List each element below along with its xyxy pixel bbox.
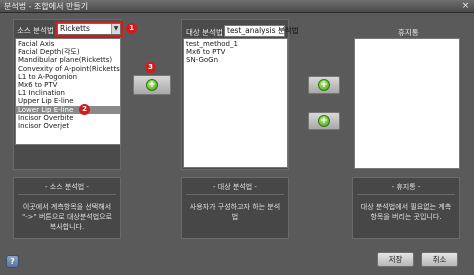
- trash-desc-title: - 휴지통 -: [391, 183, 421, 191]
- plus-circle-icon: [146, 79, 158, 91]
- plus-circle-icon: [318, 79, 330, 91]
- badge-2: 2: [79, 104, 90, 115]
- divider: [18, 194, 116, 195]
- badge-1: 1: [126, 23, 137, 34]
- source-label: 소스 분석법: [17, 26, 54, 35]
- list-item[interactable]: Facial Depth(각도): [16, 48, 120, 56]
- list-item[interactable]: test_method_1: [184, 40, 287, 48]
- target-label: 대상 분석법: [186, 28, 223, 37]
- list-item[interactable]: L1 to A-Pogonion: [16, 73, 120, 81]
- badge-3: 3: [145, 62, 156, 73]
- list-item[interactable]: Mx6 to PTV: [16, 81, 120, 89]
- list-item[interactable]: Mandibular plane(Ricketts): [16, 56, 120, 64]
- trash-label: 휴지통: [398, 28, 419, 37]
- list-item[interactable]: Incisor Overbite: [16, 114, 120, 122]
- add-to-target-button[interactable]: [133, 75, 171, 95]
- target-desc-title: - 대상 분석법 -: [213, 183, 257, 191]
- target-description: - 대상 분석법 - 사용자가 구성하고자 하는 분석법: [181, 177, 289, 239]
- list-item[interactable]: Facial Axis: [16, 40, 120, 48]
- source-item-list[interactable]: Facial Axis Facial Depth(각도) Mandibular …: [15, 38, 121, 145]
- list-item[interactable]: SN-GoGn: [184, 56, 287, 64]
- list-item[interactable]: Convexity of A-point(Ricketts): [16, 65, 120, 73]
- list-item[interactable]: Mx6 to PTV: [184, 48, 287, 56]
- cancel-button[interactable]: 취소: [421, 252, 458, 267]
- divider: [186, 194, 284, 195]
- target-desc-text: 사용자가 구성하고자 하는 분석법: [189, 203, 281, 221]
- list-item[interactable]: L1 Inclination: [16, 89, 120, 97]
- list-item-selected[interactable]: Lower Lip E-line: [16, 105, 120, 114]
- plus-circle-icon: [318, 115, 330, 127]
- list-item[interactable]: Upper Lip E-line: [16, 97, 120, 105]
- target-item-list[interactable]: test_method_1 Mx6 to PTV SN-GoGn: [183, 38, 288, 168]
- title-bar: 분석법 - 조합에서 만들기 ×: [0, 0, 474, 13]
- restore-button[interactable]: [308, 112, 340, 130]
- list-item[interactable]: Incisor Overjet: [16, 122, 120, 130]
- help-icon[interactable]: ?: [6, 255, 19, 268]
- window-title: 분석법 - 조합에서 만들기: [4, 2, 89, 11]
- trash-description: - 휴지통 - 대상 분석법에서 필요없는 계측항목을 버리는 곳입니다.: [352, 177, 460, 239]
- trash-desc-text: 대상 분석법에서 필요없는 계측항목을 버리는 곳입니다.: [360, 203, 452, 221]
- save-button[interactable]: 저장: [377, 252, 414, 267]
- source-description: - 소스 분석법 - 이곳에서 계측항목을 선택해서 "->" 버튼으로 대상분…: [13, 177, 121, 239]
- source-desc-text: 이곳에서 계측항목을 선택해서 "->" 버튼으로 대상분석법으로 복사합니다.: [21, 203, 113, 231]
- divider: [357, 194, 455, 195]
- highlight-box: [55, 21, 123, 37]
- close-icon[interactable]: ×: [460, 1, 471, 11]
- move-to-trash-button[interactable]: [308, 76, 340, 94]
- source-desc-title: - 소스 분석법 -: [45, 183, 89, 191]
- target-name-field[interactable]: test_analysis 분석법: [224, 25, 299, 37]
- trash-item-list[interactable]: [354, 38, 460, 169]
